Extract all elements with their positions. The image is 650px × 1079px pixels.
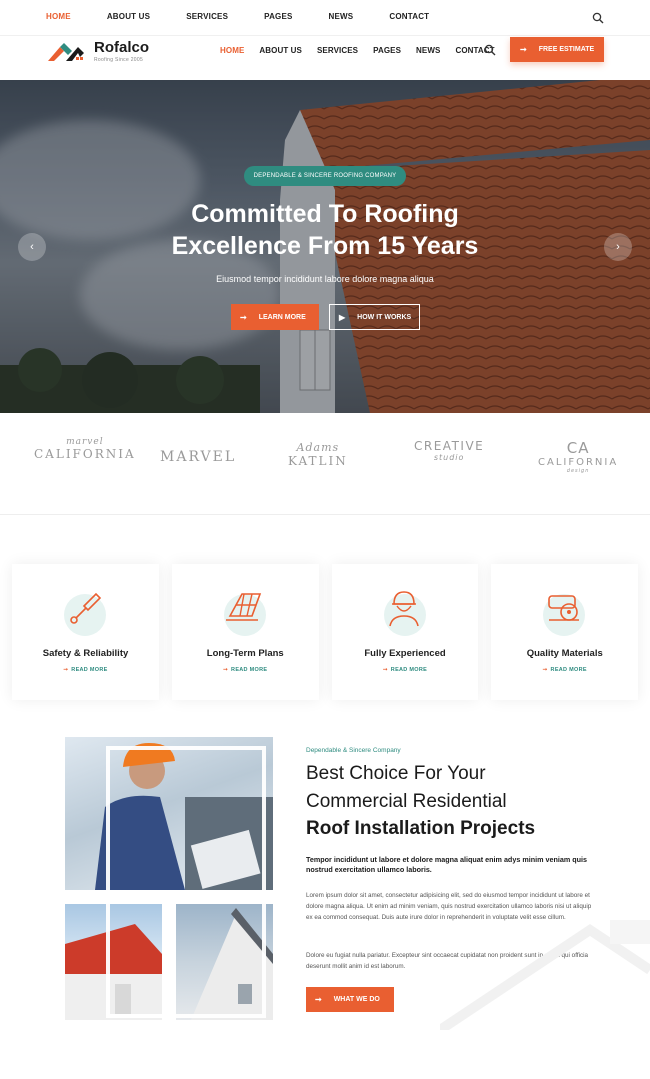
menu-home[interactable]: HOME: [220, 46, 244, 55]
arrow-right-icon: ➞: [315, 995, 322, 1004]
menu-services[interactable]: SERVICES: [317, 46, 358, 55]
logo[interactable]: Rofalco Roofing Since 2005: [46, 40, 149, 63]
slider-prev-button[interactable]: ‹: [18, 233, 46, 261]
hero-badge: DEPENDABLE & SINCERE ROOFING COMPANY: [244, 166, 406, 186]
top-menu-pages[interactable]: PAGES: [264, 12, 292, 21]
about-title-line: Commercial Residential: [306, 790, 507, 812]
brand-logo: CREATIVE studio: [414, 439, 484, 462]
service-title: Safety & Reliability: [42, 648, 129, 659]
service-title: Long-Term Plans: [206, 648, 284, 659]
learn-more-button[interactable]: ➞ LEARN MORE: [231, 304, 319, 330]
read-more-label: READ MORE: [550, 667, 587, 673]
top-nav-bar: HOME ABOUT US SERVICES PAGES NEWS CONTAC…: [0, 0, 650, 36]
logo-name: Rofalco: [94, 39, 150, 56]
brand-line: CREATIVE: [414, 439, 485, 453]
search-icon[interactable]: [592, 12, 604, 24]
main-header: Rofalco Roofing Since 2005 HOME ABOUT US…: [0, 36, 650, 80]
service-card[interactable]: Fully Experienced ➞ READ MORE: [331, 564, 479, 700]
brand-line: CALIFORNIA: [34, 447, 136, 461]
what-we-do-label: WHAT WE DO: [333, 996, 380, 1003]
read-more-link[interactable]: ➞ READ MORE: [12, 667, 159, 673]
how-it-works-label: HOW IT WORKS: [357, 313, 412, 321]
house-outline-decoration: [440, 920, 650, 1030]
service-card[interactable]: Safety & Reliability ➞ READ MORE: [12, 564, 159, 700]
image-frame: [106, 746, 266, 1018]
service-card[interactable]: Quality Materials ➞ READ MORE: [491, 564, 638, 700]
brand-line: KATLIN: [288, 454, 348, 468]
how-it-works-button[interactable]: ▶ HOW IT WORKS: [329, 304, 420, 330]
brand-line: Adams: [296, 441, 340, 454]
about-kicker: Dependable & Sincere Company: [306, 747, 401, 754]
chevron-right-icon: ›: [616, 241, 620, 253]
about-title-line: Best Choice For Your: [306, 763, 486, 784]
read-more-label: READ MORE: [231, 667, 268, 673]
brand-logo: MARVEL: [160, 449, 236, 465]
service-title: Fully Experienced: [364, 648, 446, 659]
top-menu-home[interactable]: HOME: [46, 12, 71, 21]
brand-logo: Adams KATLIN: [288, 441, 348, 468]
about-title-line: Roof Installation Projects: [306, 818, 536, 839]
menu-about[interactable]: ABOUT US: [259, 46, 302, 55]
what-we-do-button[interactable]: ➞ WHAT WE DO: [306, 987, 394, 1012]
hero-title: Committed To Roofing Excellence From 15 …: [0, 198, 650, 262]
read-more-link[interactable]: ➞ READ MORE: [332, 667, 479, 673]
menu-news[interactable]: NEWS: [416, 46, 440, 55]
arrow-right-icon: ➞: [240, 312, 247, 322]
service-title: Quality Materials: [526, 648, 603, 659]
brand-logos: marvel CALIFORNIA MARVEL Adams KATLIN CR…: [0, 413, 650, 515]
brand-logo: CA CALIFORNIA design: [538, 439, 618, 474]
top-menu-about[interactable]: ABOUT US: [107, 12, 150, 21]
logo-tagline: Roofing Since 2005: [94, 57, 144, 63]
brand-line: studio: [433, 453, 465, 462]
hero-title-line-2: Excellence From 15 Years: [171, 232, 479, 260]
service-cards: Safety & Reliability ➞ READ MORE Long-Ter…: [12, 564, 638, 700]
read-more-link[interactable]: ➞ READ MORE: [491, 667, 638, 673]
menu-pages[interactable]: PAGES: [373, 46, 401, 55]
trowel-icon: [70, 592, 102, 624]
brand-line: MARVEL: [160, 449, 237, 465]
play-icon: ▶: [339, 312, 346, 322]
free-estimate-label: FREE ESTIMATE: [538, 46, 595, 53]
worker-icon: [388, 591, 419, 627]
brand-logo: marvel CALIFORNIA: [34, 437, 136, 461]
read-more-label: READ MORE: [390, 667, 428, 673]
top-menu-services[interactable]: SERVICES: [186, 12, 228, 21]
brand-line: CA: [566, 439, 590, 457]
search-icon[interactable]: [484, 44, 496, 56]
read-more-label: READ MORE: [71, 667, 108, 673]
roof-logo-icon: [48, 42, 84, 61]
about-lead: Tempor incididunt ut labore et dolore ma…: [306, 855, 588, 874]
brand-line: marvel: [66, 437, 104, 447]
solar-roof-icon: [225, 593, 261, 621]
main-menu: HOME ABOUT US SERVICES PAGES NEWS CONTAC…: [220, 46, 510, 55]
read-more-link[interactable]: ➞ READ MORE: [172, 667, 319, 673]
hero-subtitle: Eiusmod tempor incididunt labore dolore …: [216, 274, 434, 284]
hero-slider: DEPENDABLE & SINCERE ROOFING COMPANY Com…: [0, 80, 650, 413]
saw-icon: [548, 595, 580, 621]
brand-line: design: [566, 468, 590, 474]
brand-line: CALIFORNIA: [538, 457, 619, 468]
top-menu-news[interactable]: NEWS: [329, 12, 354, 21]
chevron-left-icon: ‹: [30, 241, 34, 253]
about-title: Best Choice For Your Commercial Resident…: [306, 760, 626, 843]
hero-title-line-1: Committed To Roofing: [191, 200, 459, 228]
learn-more-label: LEARN MORE: [258, 313, 306, 321]
about-paragraph: Lorem ipsum dolor sit amet, consectetur …: [306, 892, 592, 921]
service-card[interactable]: Long-Term Plans ➞ READ MORE: [171, 564, 319, 700]
top-menu-contact[interactable]: CONTACT: [389, 12, 429, 21]
slider-next-button[interactable]: ›: [604, 233, 632, 261]
top-menu: HOME ABOUT US SERVICES PAGES NEWS CONTAC…: [46, 12, 465, 21]
free-estimate-button[interactable]: ➞ FREE ESTIMATE: [510, 37, 604, 62]
arrow-right-icon: ➞: [520, 45, 527, 54]
